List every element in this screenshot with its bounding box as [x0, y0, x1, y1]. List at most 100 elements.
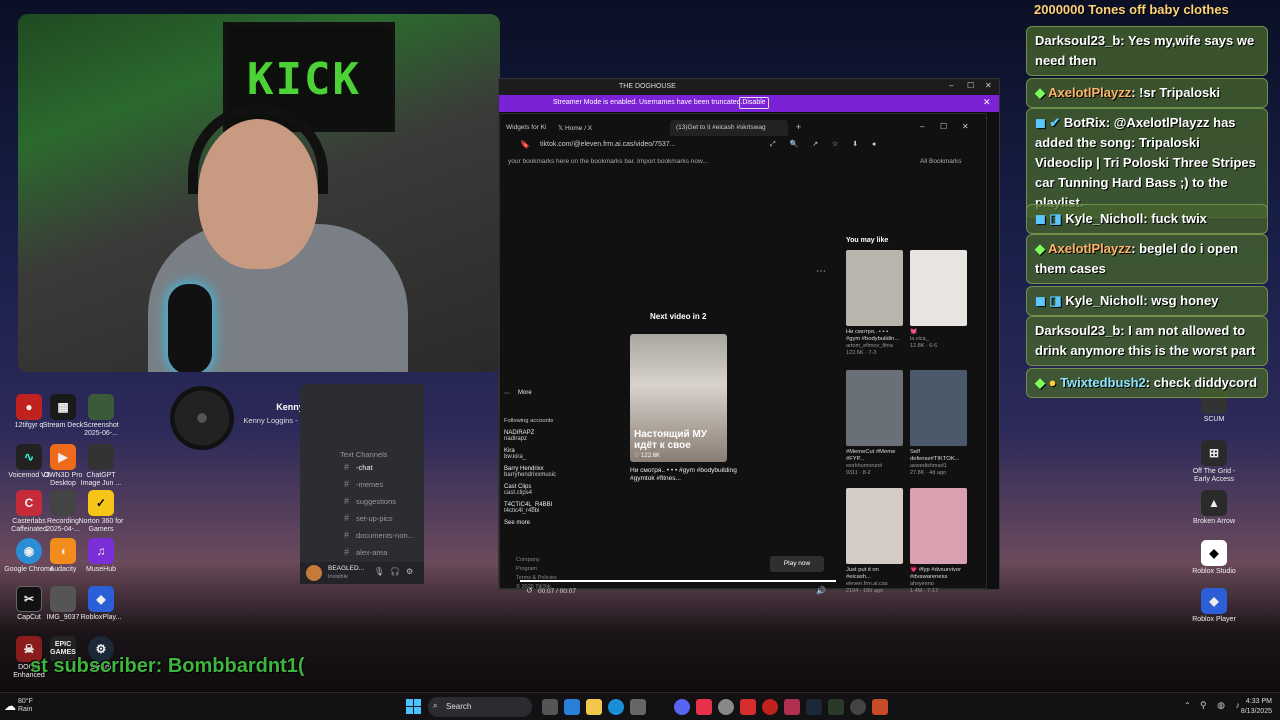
taskbar-clock[interactable]: 4:33 PM 8/13/2025: [1212, 697, 1272, 717]
search-icon: ⌕: [433, 701, 438, 710]
following-item[interactable]: Kira bw.kira_: [504, 448, 556, 460]
tab-widgets[interactable]: Widgets for Ki: [500, 120, 546, 136]
tray-chevron-icon[interactable]: ⌃: [1184, 701, 1191, 710]
desktop-icon-off-the-grid[interactable]: ⊞ Off The Grid - Early Access: [1188, 440, 1240, 484]
more-icon[interactable]: ⋯: [504, 390, 510, 397]
hash-icon: #: [344, 530, 350, 540]
minimize-icon[interactable]: –: [949, 81, 953, 90]
minimize-icon[interactable]: –: [920, 122, 924, 131]
maximize-icon[interactable]: ☐: [967, 81, 974, 90]
more-options-icon[interactable]: ⋯: [816, 266, 826, 277]
headset-icon[interactable]: 🎧: [390, 567, 400, 576]
desktop-icon-robloxplayer[interactable]: ◆ RobloxPlay...: [76, 586, 126, 622]
text-channels-header[interactable]: Text Channels: [340, 450, 388, 459]
footer-link[interactable]: Company: [516, 556, 557, 565]
app-icon[interactable]: [784, 699, 800, 715]
start-button[interactable]: [406, 699, 421, 714]
close-icon[interactable]: ✕: [983, 97, 991, 108]
address-bar[interactable]: tiktok.com/@eleven.frm.ai.cas/video/7537…: [530, 138, 730, 152]
disable-button[interactable]: Disable: [739, 97, 769, 109]
channel-set-up-pics[interactable]: set-up-pics: [356, 514, 393, 523]
next-video-thumbnail[interactable]: Настоящий МУ идёт к свое ♡ 122.6K: [630, 334, 727, 462]
likes-value: 122.6K: [641, 453, 661, 459]
desktop-icon-chatgpt-image[interactable]: ChatGPT Image Jun ...: [76, 444, 126, 488]
desktop-icon-musehub[interactable]: ♫ MuseHub: [76, 538, 126, 574]
icon-label: Norton 360 for Gamers: [78, 518, 124, 533]
more-link[interactable]: More: [518, 390, 532, 396]
replay-icon[interactable]: ↺: [526, 586, 533, 595]
chat-username: AxelotlPlayzz: [1048, 85, 1132, 100]
bookmarks-hint[interactable]: your bookmarks here on the bookmarks bar…: [508, 158, 708, 165]
app-icon[interactable]: [828, 699, 844, 715]
desktop-icon-roblox-studio[interactable]: ◆ Roblox Studio: [1188, 540, 1240, 576]
recommendation-card[interactable]: 💓 la.vica_ 12.8K · 6-6: [910, 250, 967, 350]
weather-widget[interactable]: 80°F Rain: [18, 698, 33, 714]
taskbar-search[interactable]: ⌕ Search: [428, 697, 532, 717]
desktop-icon-screenshot[interactable]: Screenshot 2025-06-...: [76, 394, 126, 438]
tab-tiktok[interactable]: (13)Get to it #eicash #skrtswag: [670, 120, 788, 136]
following-item[interactable]: Barry Hendrixx barryhendrixxmusic: [504, 466, 556, 478]
brave-icon[interactable]: [740, 699, 756, 715]
desktop-icon-norton[interactable]: ✓ Norton 360 for Gamers: [76, 490, 126, 534]
avatar[interactable]: [306, 565, 322, 581]
recommendation-caption: Self defense#TIKTOK...: [910, 449, 960, 462]
following-item[interactable]: Cast Clips cast.clips4: [504, 484, 556, 496]
recommendation-stats: 12.8K · 6-6: [910, 343, 938, 349]
music-app-icon[interactable]: [696, 699, 712, 715]
app-icon[interactable]: [872, 699, 888, 715]
recommendation-card[interactable]: Just put it on #eicash... eleven.frm.ai.…: [846, 488, 903, 595]
bookmark-icon[interactable]: 🔖: [520, 140, 530, 149]
file-explorer-icon[interactable]: [586, 699, 602, 715]
close-icon[interactable]: ✕: [985, 81, 992, 90]
hash-icon: #: [344, 462, 350, 472]
microphone-icon[interactable]: 🎙: [374, 567, 384, 576]
chat-username: Kyle_Nicholl: [1065, 293, 1144, 308]
recorder-icon[interactable]: [762, 699, 778, 715]
following-item[interactable]: T4CTIC4L_R4BBI t4ctic4l_r4bbi: [504, 502, 556, 514]
obs-icon[interactable]: [718, 699, 734, 715]
recommendation-card[interactable]: Self defense#TIKTOK... aswedishmad1 27.8…: [910, 370, 967, 477]
streamer-mode-text: Streamer Mode is enabled. Usernames have…: [553, 99, 743, 106]
task-view-icon[interactable]: [542, 699, 558, 715]
recommendation-card[interactable]: 💗 #fyp #dvsurvivor #dvawareness ahsyenno…: [910, 488, 967, 595]
channel-alex-area[interactable]: alex-area: [356, 548, 387, 557]
desktop-icon-broken-arrow[interactable]: ▲ Broken Arrow: [1188, 490, 1240, 526]
bookmarks-bar: your bookmarks here on the bookmarks bar…: [500, 156, 986, 168]
image-file-icon: [50, 586, 76, 612]
stream-deck-icon: ▦: [50, 394, 76, 420]
video-progress-bar[interactable]: [520, 580, 836, 582]
recommendation-user: aswedishmad1: [910, 463, 947, 469]
following-item[interactable]: NADIRAPZ nadirapz: [504, 430, 556, 442]
windows-icon: [406, 699, 421, 714]
weather-temp: 80°F: [18, 698, 33, 705]
channel-memes[interactable]: -memes: [356, 480, 383, 489]
discord-icon[interactable]: [674, 699, 690, 715]
tab-x-home[interactable]: 𝕏 Home / X: [552, 120, 662, 136]
volume-icon[interactable]: 🔊: [816, 586, 826, 595]
channel-suggestions[interactable]: suggestions: [356, 497, 396, 506]
icon-label: Screenshot 2025-06-...: [83, 422, 119, 437]
recommendation-card[interactable]: #MemeCut #Meme #FYP... workhumorunit 931…: [846, 370, 903, 477]
channel-chat[interactable]: -chat: [356, 463, 373, 472]
close-icon[interactable]: ✕: [962, 122, 969, 131]
all-bookmarks[interactable]: All Bookmarks: [920, 158, 962, 165]
icon-label: Roblox Studio: [1192, 568, 1236, 575]
recommendation-user: workhumorunit: [846, 463, 883, 469]
edge-icon[interactable]: [608, 699, 624, 715]
footer-link[interactable]: Program: [516, 565, 557, 574]
maximize-icon[interactable]: ☐: [940, 122, 947, 131]
new-tab-icon[interactable]: +: [796, 122, 801, 132]
steam-icon[interactable]: [806, 699, 822, 715]
store-icon[interactable]: [630, 699, 646, 715]
window-titlebar[interactable]: THE DOGHOUSE – ☐ ✕: [499, 79, 999, 95]
toolbar-icons[interactable]: ⤢ 🔍 ↗ ☆ ⬇ ●: [770, 140, 882, 149]
widgets-icon[interactable]: [564, 699, 580, 715]
channel-documents[interactable]: documents-non...: [356, 531, 414, 540]
see-more-link[interactable]: See more: [504, 520, 556, 526]
play-now-button[interactable]: Play now: [770, 556, 824, 572]
gear-icon[interactable]: ⚙: [406, 567, 413, 576]
app-icon[interactable]: [850, 699, 866, 715]
discord-user-panel[interactable]: BEAGLED... Invisible 🎙 🎧 ⚙: [300, 562, 424, 584]
desktop-icon-roblox-player[interactable]: ◆ Roblox Player: [1188, 588, 1240, 624]
recommendation-card[interactable]: Ни смотря.. • • • #gym #bodybuildin... a…: [846, 250, 903, 357]
